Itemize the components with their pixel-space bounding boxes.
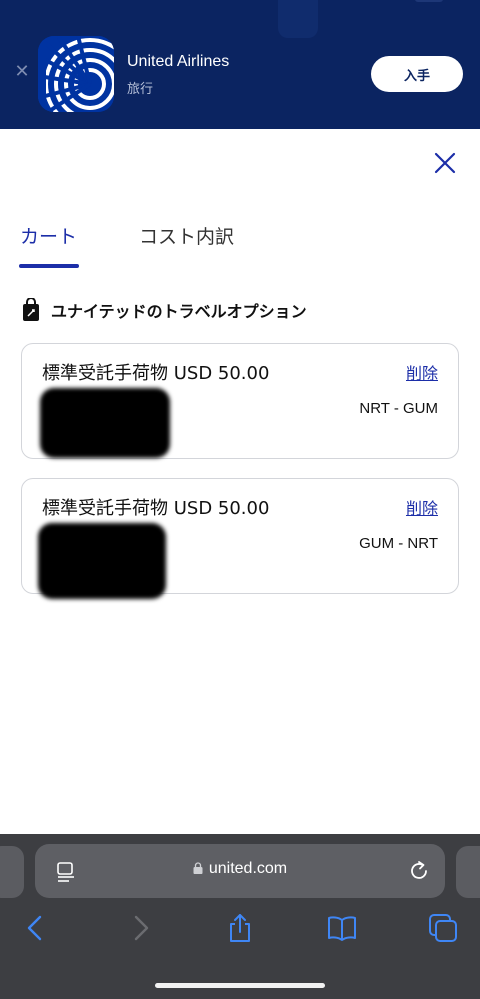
- home-indicator[interactable]: [155, 983, 325, 988]
- reload-icon[interactable]: [407, 859, 431, 883]
- background-graphic: [415, 0, 443, 2]
- cart-item-card: 標準受託手荷物 USD 50.00 削除 NRT - GUM: [21, 343, 459, 459]
- tab-cost-breakdown[interactable]: コスト内訳: [139, 222, 234, 249]
- cart-item-card: 標準受託手荷物 USD 50.00 削除 GUM - NRT: [21, 478, 459, 599]
- close-icon[interactable]: [432, 150, 458, 176]
- tab-cart[interactable]: カート: [20, 222, 77, 249]
- tab-bar: カート コスト内訳: [0, 210, 480, 270]
- background-graphic: [278, 0, 318, 38]
- lock-icon: [193, 862, 203, 874]
- route-label: GUM - NRT: [359, 535, 438, 552]
- item-title: 標準受託手荷物 USD 50.00: [42, 363, 270, 384]
- section-header: ユナイテッドのトラベルオプション: [22, 298, 307, 322]
- shopping-bag-icon: [23, 298, 39, 321]
- redacted-passenger-info: [38, 523, 166, 599]
- section-title: ユナイテッドのトラベルオプション: [51, 302, 307, 321]
- redacted-passenger-info: [40, 388, 170, 458]
- back-arrow-icon[interactable]: [20, 912, 52, 944]
- browser-chrome: united.com: [0, 834, 480, 999]
- app-logo-icon[interactable]: [38, 36, 114, 112]
- app-category: 旅行: [127, 82, 154, 97]
- item-title: 標準受託手荷物 USD 50.00: [42, 498, 270, 519]
- url-text: united.com: [208, 860, 288, 877]
- tabs-icon[interactable]: [427, 912, 459, 944]
- share-icon[interactable]: [224, 912, 256, 944]
- active-tab-indicator: [19, 264, 79, 268]
- delete-link[interactable]: 削除: [406, 360, 438, 384]
- smart-app-banner: ✕ United Airlines 旅行 入手: [0, 0, 480, 129]
- close-icon[interactable]: ✕: [13, 63, 31, 81]
- delete-link[interactable]: 削除: [406, 495, 438, 519]
- next-tab-preview[interactable]: [456, 846, 480, 898]
- route-label: NRT - GUM: [359, 400, 438, 417]
- bookmarks-icon[interactable]: [326, 912, 358, 944]
- address-bar[interactable]: united.com: [35, 844, 445, 898]
- app-name: United Airlines: [127, 53, 230, 70]
- get-app-button[interactable]: 入手: [371, 56, 463, 92]
- url-display[interactable]: united.com: [35, 860, 445, 878]
- forward-arrow-icon[interactable]: [124, 912, 156, 944]
- previous-tab-preview[interactable]: [0, 846, 24, 898]
